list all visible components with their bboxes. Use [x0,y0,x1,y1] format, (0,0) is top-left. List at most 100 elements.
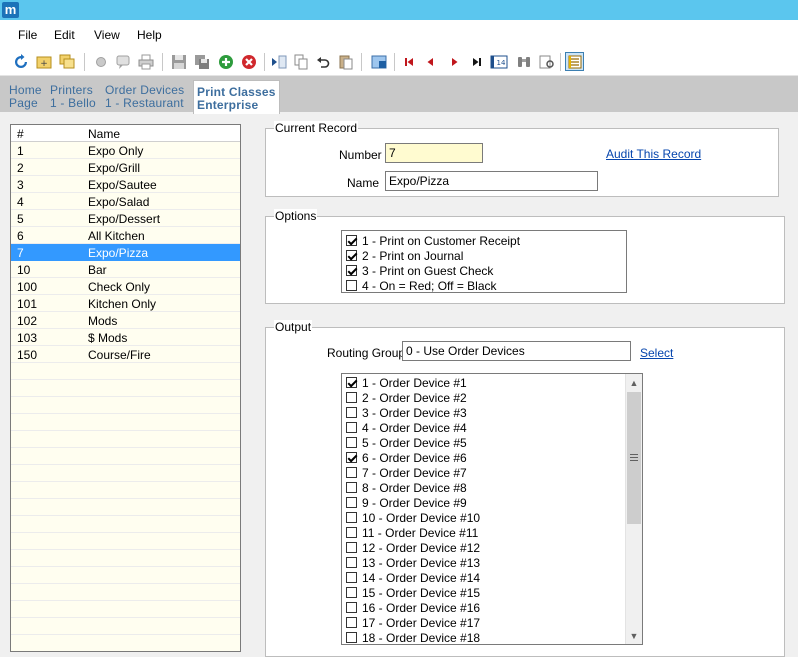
comment-icon[interactable] [113,52,132,71]
audit-record-link[interactable]: Audit This Record [606,147,701,161]
list-row[interactable]: 150 Course/Fire [11,346,240,363]
order-device-item[interactable]: 10 - Order Device #10 [346,510,480,525]
list-row[interactable]: 1 Expo Only [11,142,240,159]
list-row[interactable]: 6 All Kitchen [11,227,240,244]
checkbox-unchecked[interactable] [346,557,357,568]
menu-edit[interactable]: Edit [54,28,75,42]
menu-help[interactable]: Help [137,28,162,42]
breadcrumb-printers[interactable]: Printers 1 - Bello [50,84,96,110]
list-row[interactable]: 2 Expo/Grill [11,159,240,176]
copy-folder-icon[interactable] [57,52,76,71]
checkbox-unchecked[interactable] [346,587,357,598]
breadcrumb-print-classes[interactable]: Print Classes Enterprise [193,80,280,114]
checkbox-checked[interactable] [346,250,357,261]
order-devices-checklist[interactable]: 1 - Order Device #1 2 - Order Device #2 3 … [341,373,643,645]
print-icon[interactable] [136,52,155,71]
save-all-icon[interactable] [192,52,211,71]
checkbox-unchecked[interactable] [346,497,357,508]
menu-file[interactable]: File [18,28,37,42]
checkbox-unchecked[interactable] [346,280,357,291]
order-device-item[interactable]: 14 - Order Device #14 [346,570,480,585]
list-view-icon[interactable] [565,52,584,71]
number-field[interactable]: 7 [385,143,483,163]
order-device-item[interactable]: 8 - Order Device #8 [346,480,467,495]
column-header-number[interactable]: # [17,127,24,141]
order-device-item[interactable]: 3 - Order Device #3 [346,405,467,420]
go-to-record-icon[interactable]: 14 [489,52,508,71]
order-device-item[interactable]: 17 - Order Device #17 [346,615,480,630]
order-device-item[interactable]: 1 - Order Device #1 [346,375,467,390]
add-icon[interactable] [216,52,235,71]
menu-view[interactable]: View [94,28,120,42]
last-record-icon[interactable] [467,52,486,71]
export-icon[interactable] [369,52,388,71]
refresh-icon[interactable] [11,52,30,71]
scroll-up-arrow-icon[interactable]: ▲ [626,374,642,391]
checkbox-unchecked[interactable] [346,527,357,538]
delete-icon[interactable] [239,52,258,71]
find-icon[interactable] [514,52,533,71]
device-list-scrollbar[interactable]: ▲ ▼ [625,374,642,644]
scroll-down-arrow-icon[interactable]: ▼ [626,627,642,644]
checkbox-unchecked[interactable] [346,632,357,643]
checkbox-unchecked[interactable] [346,407,357,418]
find-next-icon[interactable] [537,52,556,71]
save-icon[interactable] [169,52,188,71]
order-device-item[interactable]: 15 - Order Device #15 [346,585,480,600]
list-row[interactable]: 102 Mods [11,312,240,329]
copy-icon[interactable] [291,52,310,71]
order-device-item[interactable]: 9 - Order Device #9 [346,495,467,510]
order-device-item[interactable]: 7 - Order Device #7 [346,465,467,480]
order-device-item[interactable]: 6 - Order Device #6 [346,450,467,465]
move-icon[interactable] [269,52,288,71]
undo-icon[interactable] [313,52,332,71]
checkbox-unchecked[interactable] [346,542,357,553]
list-row[interactable]: 100 Check Only [11,278,240,295]
option-item[interactable]: 4 - On = Red; Off = Black [346,278,497,293]
next-record-icon[interactable] [444,52,463,71]
list-row[interactable]: 10 Bar [11,261,240,278]
list-row[interactable]: 7 Expo/Pizza [11,244,240,261]
checkbox-checked[interactable] [346,377,357,388]
new-folder-icon[interactable]: + [34,52,53,71]
first-record-icon[interactable] [399,52,418,71]
previous-record-icon[interactable] [421,52,440,71]
list-row[interactable]: 103 $ Mods [11,329,240,346]
checkbox-unchecked[interactable] [346,392,357,403]
name-field[interactable]: Expo/Pizza [385,171,598,191]
breadcrumb-order-devices[interactable]: Order Devices 1 - Restaurant [105,84,184,110]
option-item[interactable]: 1 - Print on Customer Receipt [346,233,520,248]
option-item[interactable]: 3 - Print on Guest Check [346,263,493,278]
print-class-list[interactable]: # Name 1 Expo Only 2 Expo/Grill 3 Expo/Sautee… [10,124,241,652]
option-item[interactable]: 2 - Print on Journal [346,248,463,263]
list-row[interactable]: 4 Expo/Salad [11,193,240,210]
checkbox-unchecked[interactable] [346,572,357,583]
list-row[interactable]: 3 Expo/Sautee [11,176,240,193]
order-device-item[interactable]: 18 - Order Device #18 [346,630,480,645]
breadcrumb-home[interactable]: Home Page [9,84,42,110]
checkbox-unchecked[interactable] [346,437,357,448]
checkbox-unchecked[interactable] [346,467,357,478]
scroll-thumb[interactable] [627,392,641,524]
checkbox-unchecked[interactable] [346,422,357,433]
column-header-name[interactable]: Name [88,127,120,141]
order-device-item[interactable]: 12 - Order Device #12 [346,540,480,555]
record-icon[interactable] [91,52,110,71]
checkbox-unchecked[interactable] [346,512,357,523]
order-device-item[interactable]: 11 - Order Device #11 [346,525,478,540]
list-row[interactable]: 101 Kitchen Only [11,295,240,312]
routing-group-field[interactable]: 0 - Use Order Devices [402,341,631,361]
select-routing-link[interactable]: Select [640,346,673,360]
checkbox-checked[interactable] [346,235,357,246]
order-device-item[interactable]: 2 - Order Device #2 [346,390,467,405]
checkbox-unchecked[interactable] [346,602,357,613]
checkbox-checked[interactable] [346,452,357,463]
options-checklist[interactable]: 1 - Print on Customer Receipt 2 - Print o… [341,230,627,293]
list-row[interactable]: 5 Expo/Dessert [11,210,240,227]
order-device-item[interactable]: 13 - Order Device #13 [346,555,480,570]
checkbox-unchecked[interactable] [346,617,357,628]
order-device-item[interactable]: 16 - Order Device #16 [346,600,480,615]
checkbox-checked[interactable] [346,265,357,276]
order-device-item[interactable]: 5 - Order Device #5 [346,435,467,450]
paste-icon[interactable] [336,52,355,71]
